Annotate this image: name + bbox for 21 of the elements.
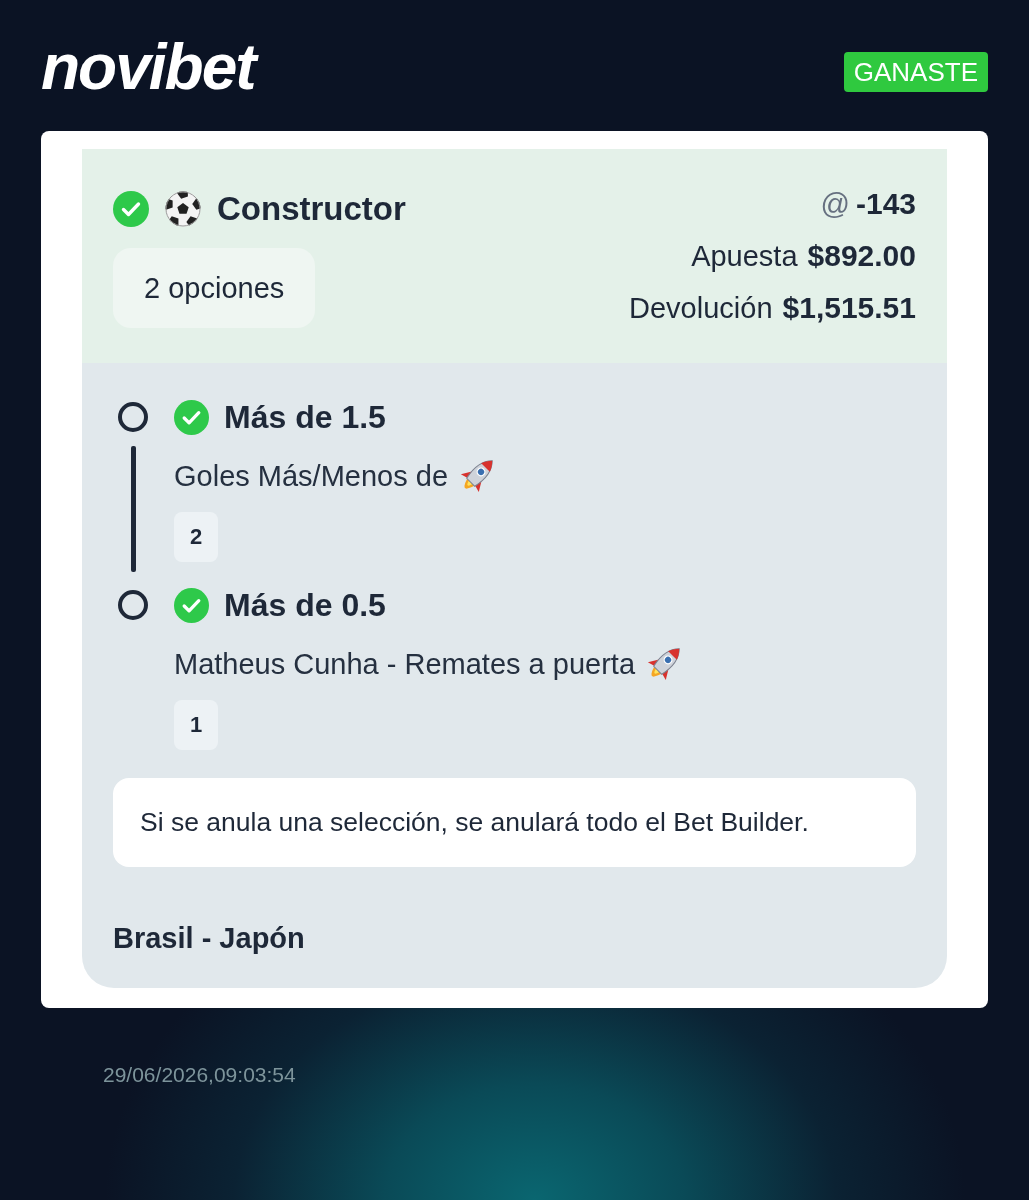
bet-title: Constructor xyxy=(217,190,406,228)
odds-symbol: @ xyxy=(820,187,850,222)
stake-label: Apuesta xyxy=(691,239,798,274)
circle-icon xyxy=(118,590,148,620)
selection-number: 1 xyxy=(174,700,218,750)
circle-icon xyxy=(118,402,148,432)
market-name: Goles Más/Menos de xyxy=(174,459,448,493)
timestamp: 29/06/2026,09:03:54 xyxy=(103,1063,297,1087)
selections-count-pill: 2 opciones xyxy=(113,248,316,328)
event-name: Brasil - Japón xyxy=(113,921,306,956)
status-badge: GANASTE xyxy=(843,52,988,92)
odds-value: -143 xyxy=(855,186,916,222)
selection-title: Más de 1.5 xyxy=(224,398,386,436)
stake-amount: $892.00 xyxy=(807,238,916,274)
market-name: Matheus Cunha - Remates a puerta xyxy=(174,647,636,681)
return-label: Devolución xyxy=(629,291,773,326)
selection-number: 2 xyxy=(174,512,218,562)
soccer-ball-icon xyxy=(165,191,201,227)
notice-text: Si se anula una selección, se anulará todo el Bet Builder. xyxy=(113,778,916,867)
return-amount: $1,515.51 xyxy=(782,290,916,326)
selection-title: Más de 0.5 xyxy=(224,586,386,624)
